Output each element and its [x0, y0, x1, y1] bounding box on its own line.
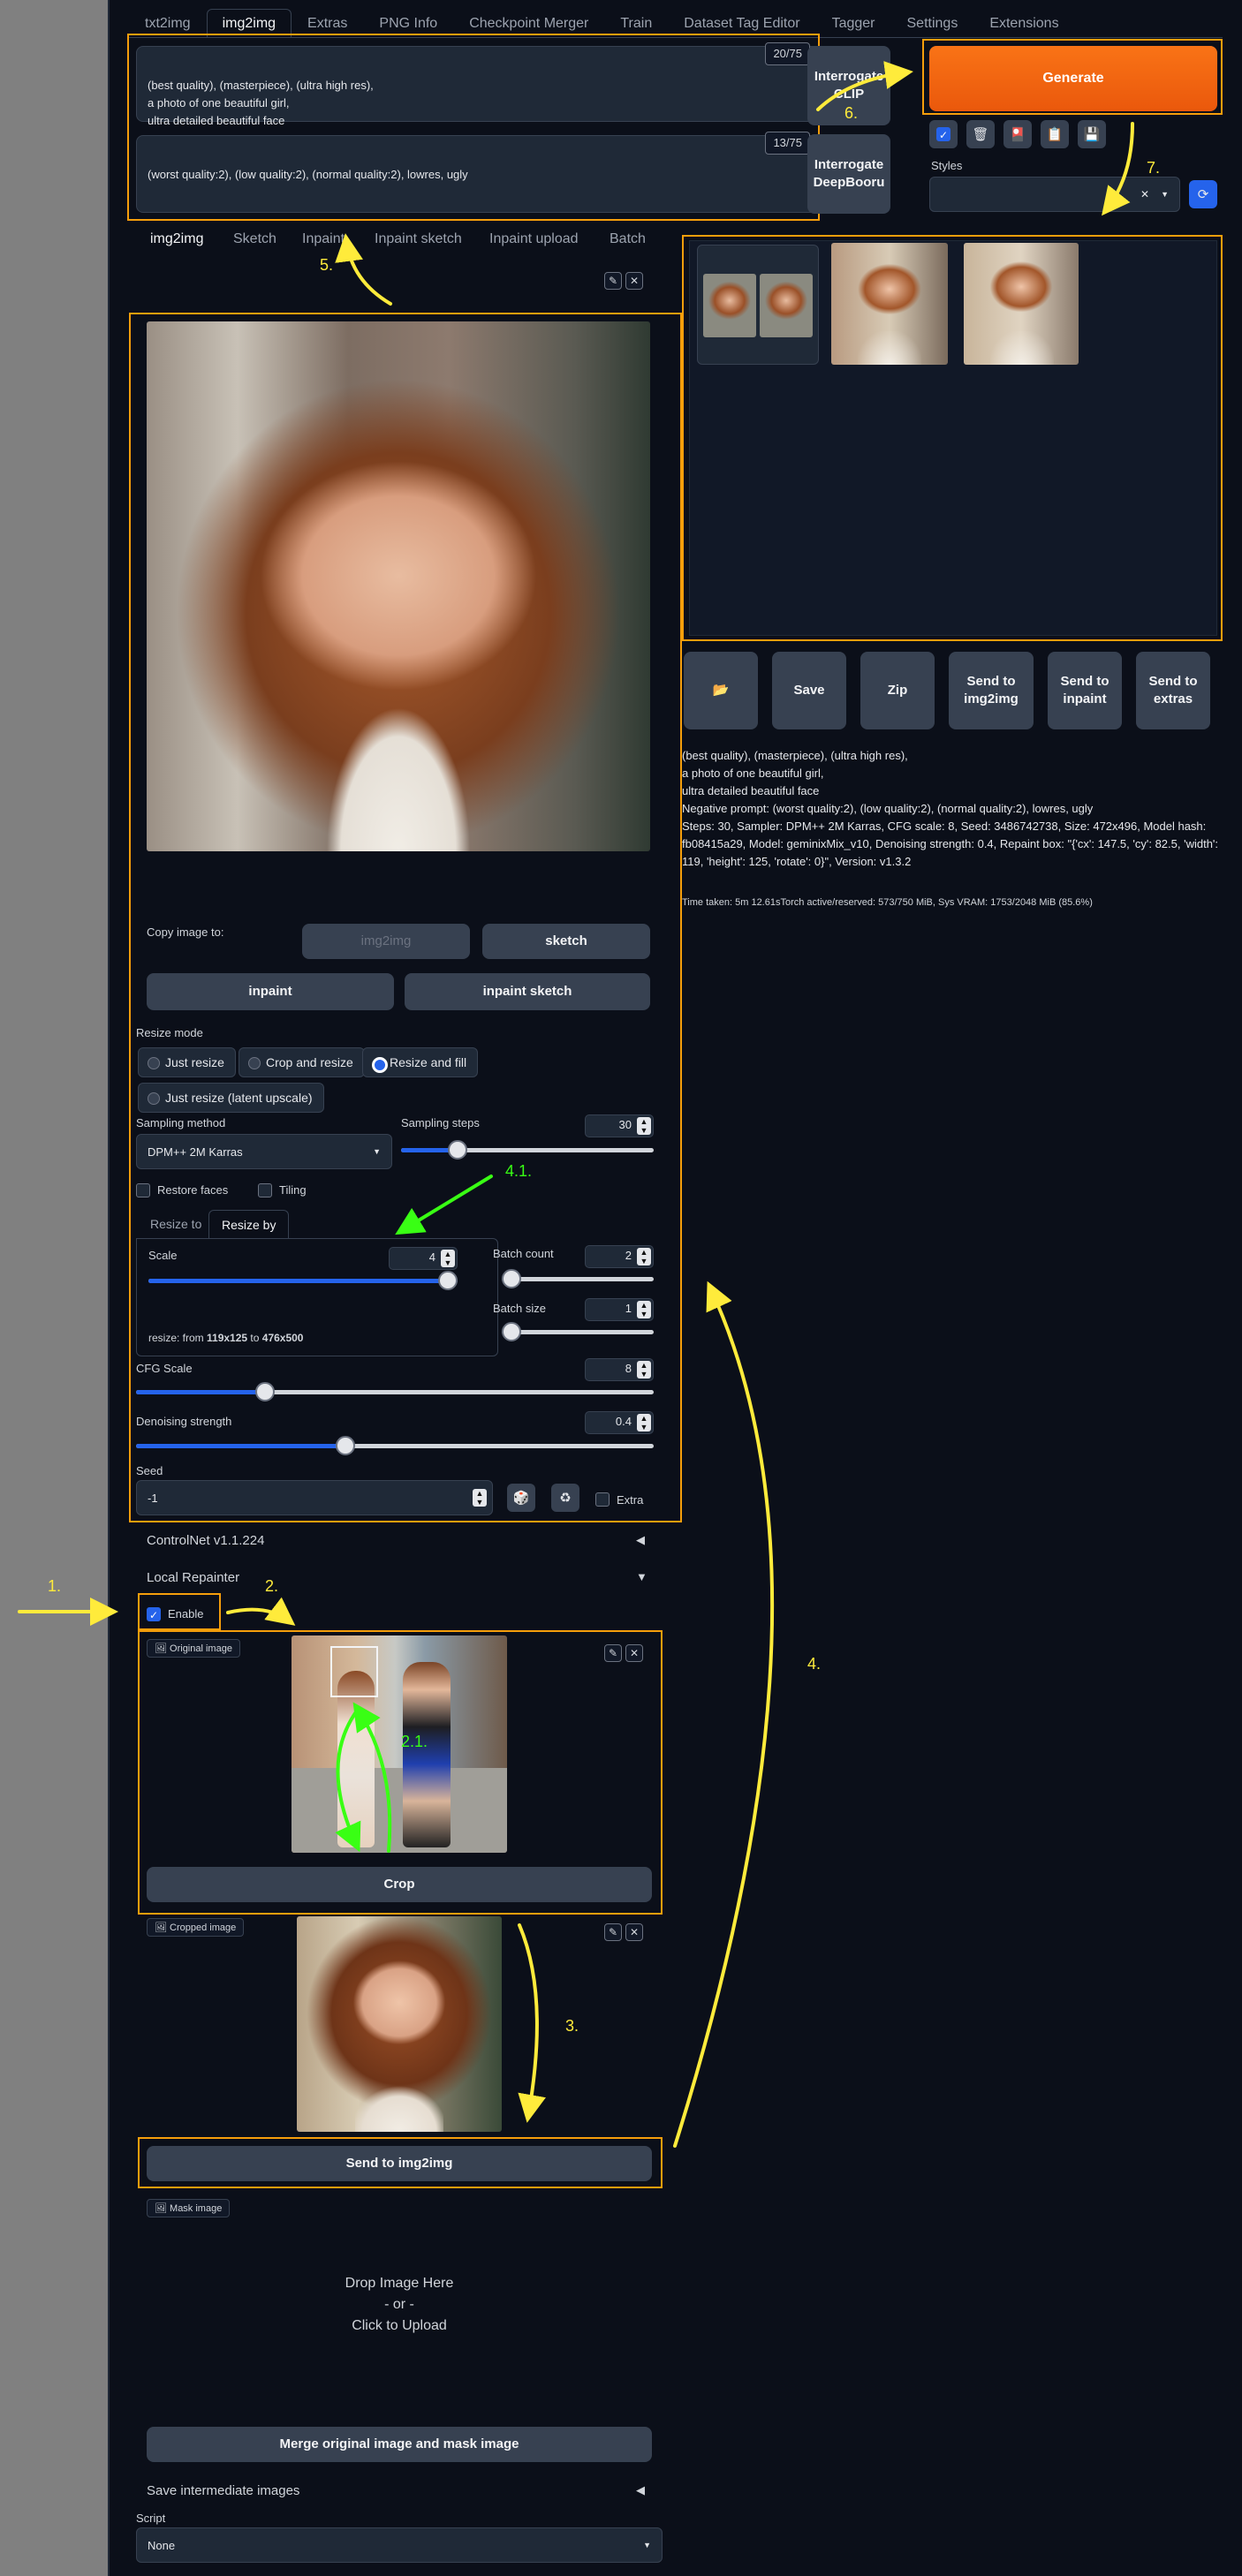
annotation-5: 5.	[320, 256, 334, 274]
arrow-4-1	[395, 1175, 493, 1235]
arrow-6	[816, 61, 913, 111]
annotation-7: 7.	[1147, 159, 1161, 177]
annotation-arrows	[18, 61, 1134, 2148]
annotation-4-1: 4.1.	[505, 1162, 533, 1180]
arrow-2-1b	[352, 1702, 392, 1853]
arrow-3	[518, 1923, 546, 2123]
webui-app: txt2img img2img Extras PNG Info Checkpoi…	[18, 0, 1242, 2576]
annotation-6: 6.	[844, 104, 859, 122]
arrow-4	[673, 1280, 775, 2148]
arrow-7	[1102, 122, 1134, 216]
annotation-2: 2.	[265, 1577, 279, 1595]
arrow-2-1a	[335, 1711, 361, 1853]
annotation-2-1: 2.1.	[401, 1733, 428, 1750]
annotation-4: 4.	[807, 1655, 822, 1673]
annotation-1: 1.	[48, 1577, 62, 1595]
annotation-3: 3.	[565, 2017, 579, 2035]
arrow-5	[335, 233, 392, 306]
arrow-2	[226, 1597, 296, 1626]
